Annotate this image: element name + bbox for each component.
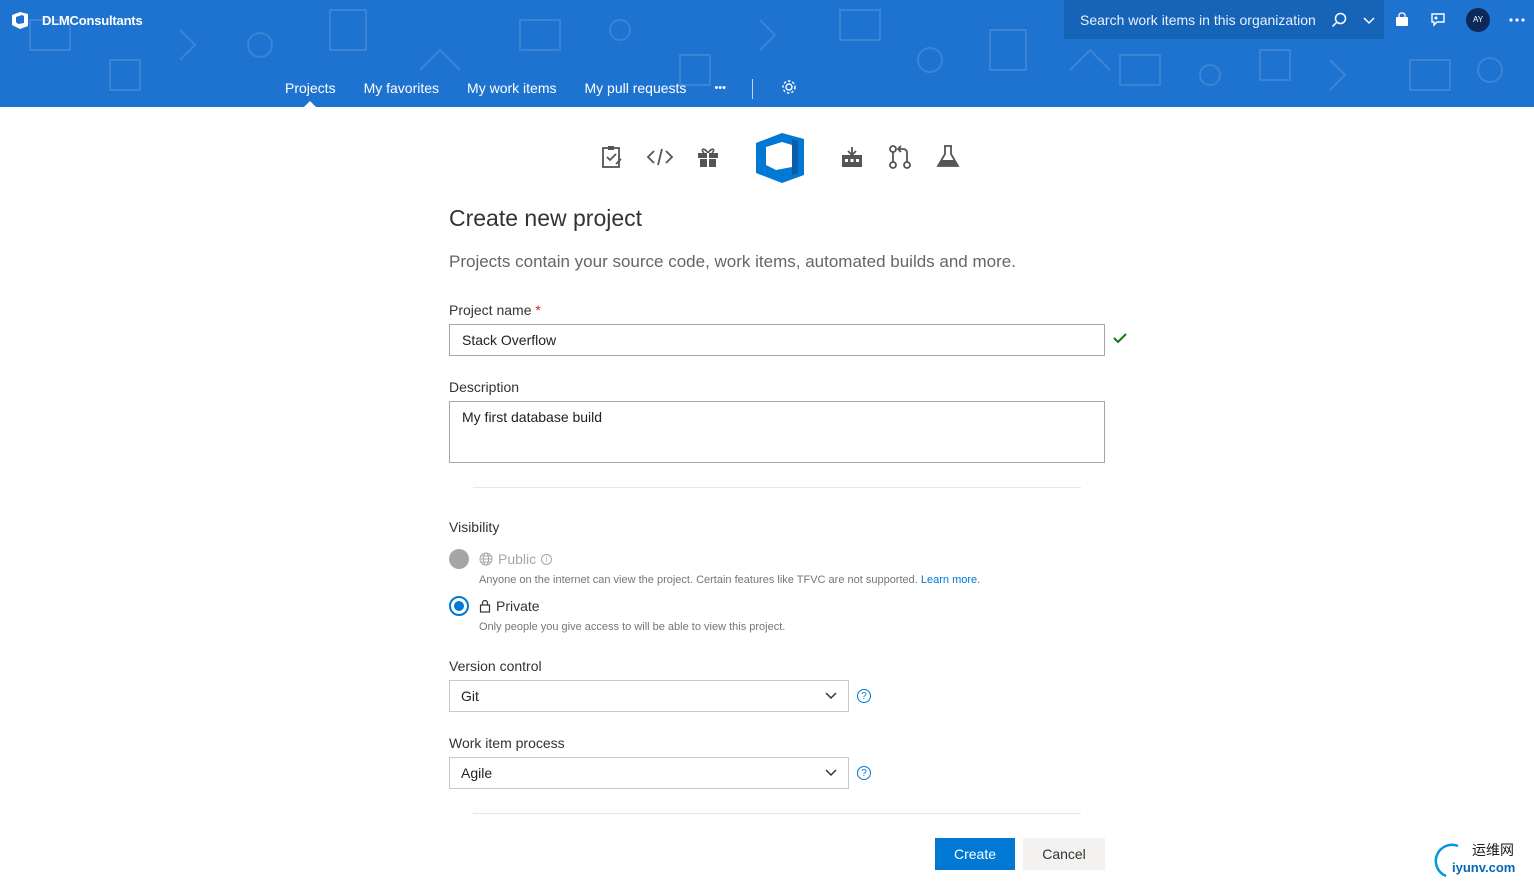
- nav-more-button[interactable]: •••: [696, 70, 736, 107]
- nav-item-projects[interactable]: Projects: [275, 70, 346, 107]
- search-placeholder: Search work items in this organization: [1080, 11, 1316, 28]
- test-plans-icon: [924, 127, 972, 187]
- top-header: DLMConsultants Search work items in this…: [0, 0, 1534, 107]
- feedback-icon[interactable]: [1420, 0, 1456, 39]
- private-option-label[interactable]: Private: [479, 598, 540, 614]
- pull-request-icon: [876, 127, 924, 187]
- version-control-value: Git: [461, 688, 479, 704]
- nav-divider: [752, 79, 753, 99]
- question-icon[interactable]: ?: [857, 689, 871, 703]
- visibility-label: Visibility: [449, 519, 500, 535]
- required-marker: *: [535, 302, 541, 318]
- public-option-label: Public i: [479, 551, 553, 567]
- project-name-input[interactable]: Stack Overflow: [449, 324, 1105, 356]
- org-name: DLMConsultants: [42, 12, 143, 28]
- shopping-bag-icon[interactable]: [1384, 0, 1420, 39]
- work-item-process-select[interactable]: Agile: [449, 757, 849, 789]
- watermark-text-cn: 运维网: [1472, 842, 1514, 858]
- description-textarea[interactable]: My first database build: [449, 401, 1105, 463]
- nav-item-my-work-items[interactable]: My work items: [449, 70, 566, 107]
- section-divider: [473, 487, 1081, 488]
- description-label: Description: [449, 379, 520, 395]
- nav-item-my-favorites[interactable]: My favorites: [346, 70, 449, 107]
- project-name-value: Stack Overflow: [462, 332, 557, 348]
- pipelines-icon: [828, 127, 876, 187]
- private-option-description: Only people you give access to will be a…: [479, 621, 786, 633]
- repos-icon: [636, 127, 684, 187]
- search-icon[interactable]: [1324, 0, 1354, 39]
- learn-more-link[interactable]: Learn more.: [921, 574, 980, 586]
- artifacts-icon: [684, 127, 732, 187]
- chevron-down-icon: [825, 692, 837, 700]
- boards-icon: [588, 127, 636, 187]
- info-icon[interactable]: i: [541, 553, 553, 565]
- user-avatar-button[interactable]: AY: [1456, 0, 1500, 39]
- private-radio[interactable]: [449, 596, 469, 616]
- search-input[interactable]: Search work items in this organization: [1064, 0, 1384, 39]
- header-actions: AY: [1384, 0, 1534, 39]
- public-description-text: Anyone on the internet can view the proj…: [479, 574, 918, 586]
- azure-devops-logo: [732, 127, 828, 187]
- org-brand[interactable]: DLMConsultants: [10, 9, 143, 31]
- service-icons: [588, 127, 972, 187]
- project-name-label: Project name *: [449, 302, 541, 318]
- azure-devops-logo-icon: [12, 12, 28, 29]
- version-control-label: Version control: [449, 658, 542, 674]
- hub-navigation: Projects My favorites My work items My p…: [275, 70, 797, 107]
- visibility-option-private[interactable]: Private: [449, 596, 540, 616]
- work-item-process-value: Agile: [461, 765, 493, 781]
- create-button[interactable]: Create: [935, 838, 1015, 870]
- work-item-process-label: Work item process: [449, 735, 565, 751]
- cancel-button[interactable]: Cancel: [1023, 838, 1105, 870]
- avatar: AY: [1466, 7, 1490, 32]
- section-divider: [473, 813, 1081, 814]
- checkmark-icon: [1113, 333, 1127, 344]
- lock-icon: [479, 599, 491, 613]
- nav-item-my-pull-requests[interactable]: My pull requests: [567, 70, 697, 107]
- page-subtitle: Projects contain your source code, work …: [449, 252, 1016, 271]
- chevron-down-icon[interactable]: [1354, 0, 1384, 39]
- version-control-select[interactable]: Git: [449, 680, 849, 712]
- private-label-text: Private: [496, 598, 540, 614]
- chevron-down-icon: [825, 769, 837, 777]
- public-option-description: Anyone on the internet can view the proj…: [479, 574, 980, 586]
- description-value: My first database build: [462, 409, 603, 425]
- public-label-text: Public: [498, 551, 537, 567]
- public-radio: [449, 549, 469, 569]
- visibility-option-public: Public i: [449, 549, 553, 569]
- more-icon[interactable]: [1500, 0, 1534, 39]
- globe-icon: [479, 552, 493, 566]
- question-icon[interactable]: ?: [857, 766, 871, 780]
- gear-icon[interactable]: [769, 70, 797, 107]
- watermark-text-domain: iyunv.com: [1452, 860, 1516, 875]
- project-name-label-text: Project name: [449, 302, 532, 318]
- page-title: Create new project: [449, 205, 643, 231]
